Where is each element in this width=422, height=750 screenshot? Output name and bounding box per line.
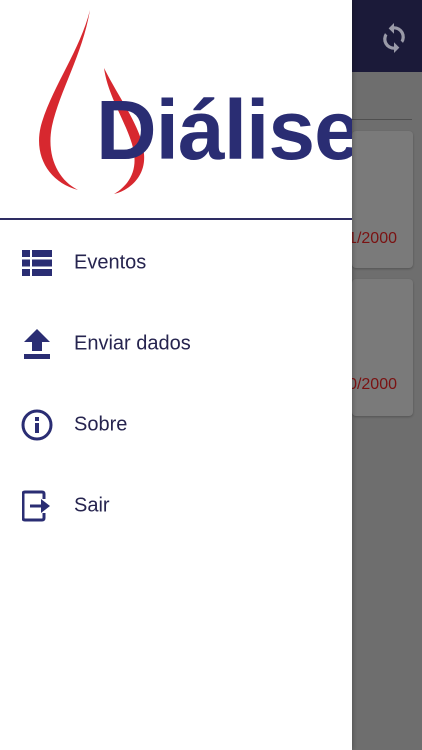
menu-item-eventos[interactable]: Eventos [0, 222, 352, 303]
event-card[interactable]: 1/2000 [348, 131, 413, 268]
menu-item-label: Enviar dados [74, 332, 191, 354]
menu-item-sobre[interactable]: Sobre [0, 384, 352, 465]
navigation-drawer: Diálise Eventos Enviar dados Sobre Sair [0, 0, 352, 750]
event-date: 1/2000 [348, 230, 397, 247]
menu-item-enviar-dados[interactable]: Enviar dados [0, 303, 352, 384]
list-icon [20, 246, 54, 280]
event-date: 0/2000 [348, 376, 397, 393]
sync-icon [383, 23, 405, 53]
drawer-header: Diálise [0, 0, 352, 220]
menu-item-label: Sair [74, 494, 110, 516]
menu-item-label: Sobre [74, 413, 128, 435]
menu-item-sair[interactable]: Sair [0, 465, 352, 546]
upload-icon [20, 327, 54, 361]
drawer-menu: Eventos Enviar dados Sobre Sair [0, 222, 352, 546]
logo-text: Diálise [96, 83, 352, 177]
info-icon [20, 408, 54, 442]
list-divider [352, 119, 412, 120]
menu-item-label: Eventos [74, 251, 147, 273]
exit-icon [20, 489, 54, 523]
event-card[interactable]: 0/2000 [348, 279, 413, 416]
app-logo: Diálise [34, 4, 352, 204]
sync-button[interactable] [380, 22, 408, 54]
